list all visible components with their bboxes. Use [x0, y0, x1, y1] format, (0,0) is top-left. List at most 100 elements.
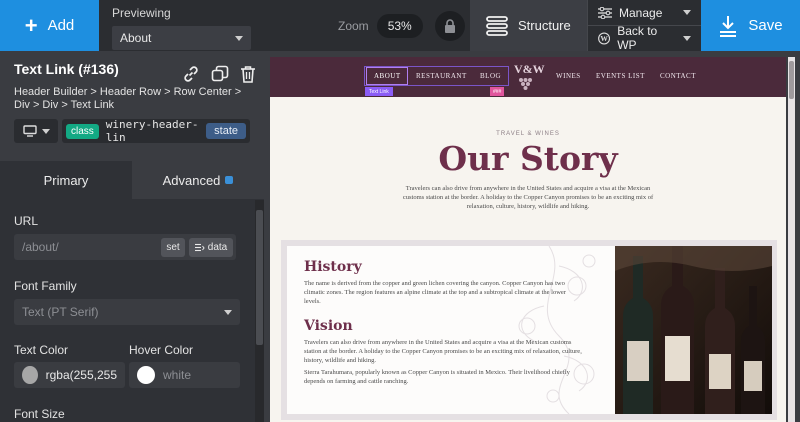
nav-link-wines[interactable]: WINES	[556, 72, 581, 80]
svg-text:W: W	[600, 34, 608, 43]
panel-scrollbar-thumb[interactable]	[256, 210, 263, 345]
save-button[interactable]: Save	[701, 0, 800, 51]
link-icon[interactable]	[182, 65, 200, 83]
wine-bottles-image	[615, 246, 772, 414]
element-actions	[182, 65, 256, 83]
site-logo-text: V&W	[514, 62, 545, 76]
data-button[interactable]: data	[189, 238, 233, 257]
wine-bottles-photo	[615, 246, 772, 414]
page-eyebrow: TRAVEL & WINES	[496, 131, 560, 137]
structure-icon	[486, 15, 508, 36]
chevron-down-icon	[235, 35, 243, 41]
structure-label: Structure	[518, 18, 571, 33]
properties-panel: Text Link (#136) Header Builder > Header…	[0, 51, 264, 422]
url-label: URL	[14, 214, 39, 228]
manage-menu: Manage W Back to WP	[587, 0, 701, 52]
nav-link-events-list[interactable]: EVENTS LIST	[596, 72, 645, 80]
zoom-value[interactable]: 53%	[376, 13, 423, 38]
duplicate-icon[interactable]	[211, 65, 229, 83]
vision-heading: Vision	[304, 318, 353, 334]
panel-tabs: Primary Advanced	[0, 161, 264, 199]
hover-color-label: Hover Color	[129, 343, 194, 357]
font-family-select[interactable]: Text (PT Serif)	[14, 299, 240, 325]
previewing-control: Previewing About	[99, 0, 264, 51]
back-to-wp-button[interactable]: W Back to WP	[588, 24, 701, 52]
zoom-label: Zoom	[338, 18, 369, 33]
structure-button[interactable]: Structure	[470, 0, 587, 51]
font-family-value: Text (PT Serif)	[22, 305, 99, 319]
chevron-down-icon	[683, 10, 691, 15]
intro-text: Travelers can also drive from anywhere i…	[402, 185, 654, 210]
chevron-down-icon	[224, 309, 232, 315]
state-button[interactable]: state	[206, 123, 246, 139]
text-color-input[interactable]: rgba(255,255	[14, 362, 125, 388]
url-placeholder: /about/	[22, 240, 59, 254]
font-family-label: Font Family	[14, 279, 77, 293]
wordpress-icon: W	[598, 31, 611, 45]
plus-icon: +	[24, 12, 38, 38]
chevron-down-icon	[683, 35, 691, 41]
previewing-label: Previewing	[112, 6, 171, 20]
nav-link-blog[interactable]: BLOG	[480, 72, 501, 80]
breadcrumb[interactable]: Header Builder > Header Row > Row Center…	[14, 86, 250, 112]
download-icon	[720, 15, 737, 37]
site-logo[interactable]: V&W	[514, 62, 545, 93]
add-button[interactable]: + Add	[0, 0, 99, 51]
element-tag-text-link[interactable]: Text Link	[365, 87, 393, 96]
tab-advanced[interactable]: Advanced	[132, 161, 264, 199]
class-name: winery-header-lin	[105, 118, 199, 144]
page-preview: ABOUT RESTAURANT BLOG V&W WINES EVENTS L…	[270, 57, 786, 422]
history-heading: History	[304, 259, 362, 275]
canvas-area: ABOUT RESTAURANT BLOG V&W WINES EVENTS L…	[264, 51, 800, 422]
previewing-value: About	[120, 31, 152, 45]
class-row: class winery-header-lin state	[14, 118, 250, 144]
class-selector[interactable]: class winery-header-lin state	[62, 118, 250, 144]
vision-text: Travelers can also drive from anywhere i…	[304, 339, 582, 364]
zoom-control: Zoom 53%	[338, 0, 465, 51]
element-tag-small[interactable]: ###	[490, 87, 505, 96]
story-section: History The name is derived from the cop…	[281, 240, 777, 420]
save-label: Save	[748, 17, 783, 34]
data-label: data	[207, 242, 228, 253]
builder-app: + Add Previewing About Zoom 53% Structur…	[0, 0, 800, 422]
hover-color-value: white	[163, 368, 192, 382]
panel-scrollbar[interactable]	[255, 200, 264, 422]
nav-link-about[interactable]: ABOUT	[374, 72, 401, 80]
tab-primary[interactable]: Primary	[0, 161, 132, 199]
page-title: Our Story	[438, 139, 618, 178]
manage-label: Manage	[619, 5, 663, 20]
element-tag-small-label: ###	[493, 88, 502, 95]
dynamic-data-icon	[194, 243, 205, 252]
text-color-value: rgba(255,255	[45, 368, 117, 382]
previewing-select[interactable]: About	[112, 26, 251, 50]
canvas-scrollbar[interactable]	[788, 57, 795, 422]
hover-color-swatch[interactable]	[137, 366, 155, 384]
device-selector[interactable]	[14, 119, 58, 143]
set-label: set	[166, 242, 180, 253]
grapes-icon	[519, 78, 532, 90]
trash-icon[interactable]	[240, 65, 256, 83]
manage-button[interactable]: Manage	[588, 0, 701, 25]
floral-decoration-icon	[518, 246, 596, 414]
text-color-label: Text Color	[14, 343, 69, 357]
canvas-scrollbar-thumb[interactable]	[789, 61, 794, 99]
nav-link-contact[interactable]: CONTACT	[660, 72, 696, 80]
text-color-swatch[interactable]	[22, 366, 38, 384]
set-button[interactable]: set	[161, 238, 185, 257]
tab-advanced-label: Advanced	[162, 172, 221, 188]
lock-button[interactable]	[434, 10, 465, 41]
lock-icon	[444, 18, 455, 33]
back-to-wp-label: Back to WP	[617, 24, 658, 52]
desktop-icon	[22, 125, 37, 137]
class-pill: class	[66, 123, 99, 139]
chevron-down-icon	[41, 128, 50, 134]
nav-link-restaurant[interactable]: RESTAURANT	[416, 72, 467, 80]
sliders-icon	[598, 6, 612, 19]
element-header: Text Link (#136) Header Builder > Header…	[0, 51, 264, 161]
font-size-label: Font Size	[14, 407, 65, 421]
story-card: History The name is derived from the cop…	[287, 246, 615, 414]
hover-color-input[interactable]: white	[129, 362, 240, 388]
element-tag-label: Text Link	[369, 88, 389, 95]
modified-indicator-icon	[225, 176, 234, 184]
vision-text-secondary: Sierra Tarahumara, popularly known as Co…	[304, 369, 570, 385]
